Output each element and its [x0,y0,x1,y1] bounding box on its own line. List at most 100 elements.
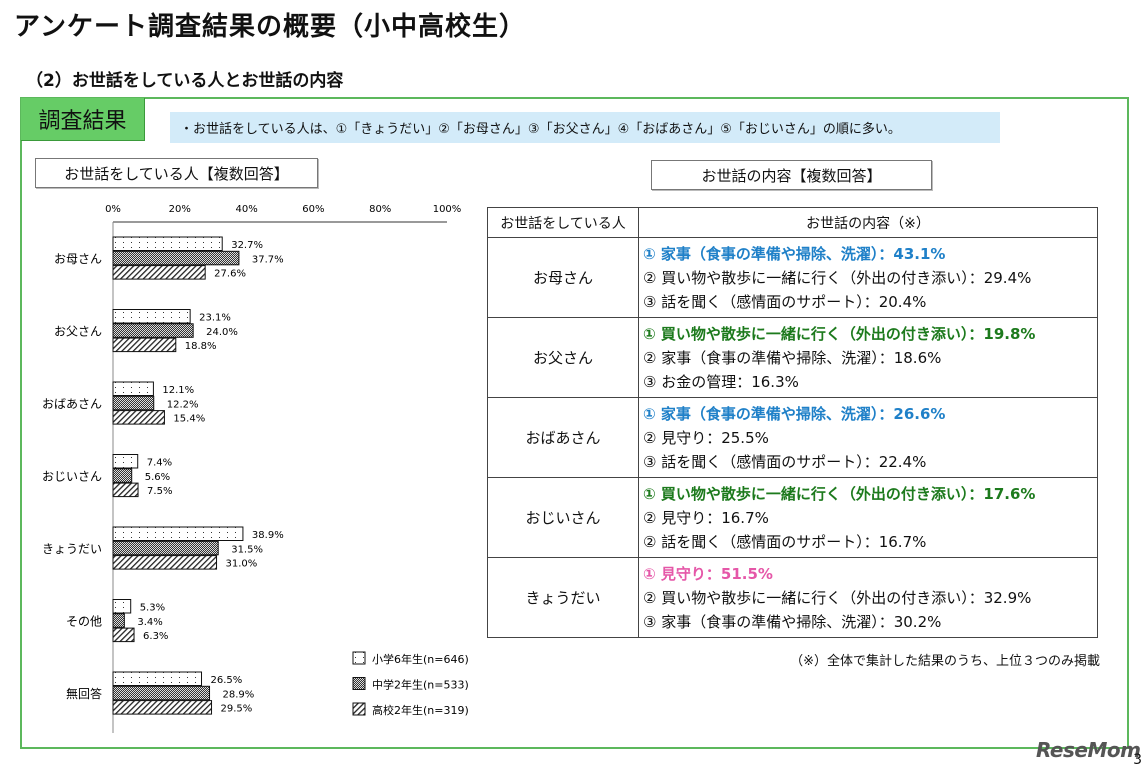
category-label: その他 [66,615,102,629]
data-label: 31.0% [226,559,258,570]
results-label: 調査結果 [21,98,145,141]
data-label: 24.0% [206,327,238,338]
care-item: ② 見守り：16.7% [643,508,769,527]
bar [112,323,194,338]
data-label: 6.3% [143,631,168,642]
data-label: 12.1% [162,385,194,396]
care-item: ③ 話を聞く（感情面のサポート）：20.4% [643,292,927,311]
caregiver-cell: おじいさん [487,477,639,558]
data-label: 18.8% [185,341,217,352]
footnote: （※）全体で集計した結果のうち、上位３つのみ掲載 [790,654,1100,669]
care-item: ② 買い物や散歩に一緒に行く（外出の付き添い）：29.4% [643,268,1032,287]
care-item: ② 話を聞く（感情面のサポート）：16.7% [643,532,927,551]
care-item: ① 家事（食事の準備や掃除、洗濯）：43.1% [643,244,946,263]
data-label: 5.6% [145,472,170,483]
x-tick-label: 0% [105,204,121,215]
caregiver-cell: おばあさん [487,397,639,478]
table-row: お父さん ① 買い物や散歩に一緒に行く（外出の付き添い）：19.8% ② 家事（食事… [487,317,1098,398]
table-row: おじいさん ① 買い物や散歩に一緒に行く（外出の付き添い）：17.6% ② 見守り：… [487,477,1098,558]
summary-banner: ・お世話をしている人は、①「きょうだい」②「お母さん」③「お父さん」④「おばあさ… [170,112,1000,143]
x-tick-label: 60% [302,204,324,215]
care-item: ③ お金の管理：16.3% [643,372,799,391]
care-item: ① 見守り：51.5% [643,564,773,583]
care-item: ② 見守り：25.5% [643,428,769,447]
bar [112,454,139,469]
bar [112,555,218,570]
caregiver-cell: きょうだい [487,557,639,638]
care-item: ① 買い物や散歩に一緒に行く（外出の付き添い）：17.6% [643,484,1036,503]
page-number: 3 [1133,752,1142,768]
data-label: 29.5% [221,704,253,715]
care-item: ① 買い物や散歩に一緒に行く（外出の付き添い）：19.8% [643,324,1036,343]
caregiver-cell: お母さん [487,237,639,318]
data-label: 7.4% [147,458,172,469]
legend-label: 中学2年生(n=533) [372,678,469,692]
data-label: 5.3% [140,603,165,614]
care-item: ③ 家事（食事の準備や掃除、洗濯）：30.2% [643,612,942,631]
table-heading: お世話の内容【複数回答】 [651,160,932,190]
care-item: ② 家事（食事の準備や掃除、洗濯）：18.6% [643,348,942,367]
data-label: 27.6% [214,269,246,280]
legend-label: 高校2年生(n=319) [372,703,469,717]
section-subtitle: （2）お世話をしている人とお世話の内容 [26,71,344,91]
x-tick-label: 80% [369,204,391,215]
data-label: 7.5% [147,486,172,497]
data-label: 32.7% [231,240,263,251]
legend-label: 小学6年生(n=646) [372,652,469,666]
logo: ReseMom [1036,738,1141,762]
bar [112,685,211,701]
care-item: ② 買い物や散歩に一緒に行く（外出の付き添い）：32.9% [643,588,1032,607]
data-label: 37.7% [252,254,284,265]
table-header-who: お世話をしている人 [487,207,639,238]
care-items-cell: ① 買い物や散歩に一緒に行く（外出の付き添い）：19.8% ② 家事（食事の準備や… [638,317,1098,398]
legend-swatch [352,651,366,665]
x-tick-label: 40% [235,204,257,215]
legend-swatch [352,677,366,690]
category-label: きょうだい [42,542,102,556]
category-label: おじいさん [42,470,102,484]
care-items-cell: ① 家事（食事の準備や掃除、洗濯）：43.1% ② 買い物や散歩に一緒に行く（外出… [638,237,1098,318]
table-row: きょうだい ① 見守り：51.5% ② 買い物や散歩に一緒に行く（外出の付き添い）：… [487,557,1098,638]
care-item: ③ 話を聞く（感情面のサポート）：22.4% [643,452,927,471]
chart-heading: お世話をしている人【複数回答】 [35,158,318,188]
bar [112,265,206,280]
bar [112,671,203,686]
bar [112,627,135,643]
data-label: 3.4% [137,617,162,628]
page-title: アンケート調査結果の概要（小中高校生） [14,12,526,42]
category-label: おばあさん [42,397,102,411]
care-items-cell: ① 家事（食事の準備や掃除、洗濯）：26.6% ② 見守り：25.5% ③ 話を聞く… [638,397,1098,478]
category-label: お母さん [54,252,102,266]
x-tick-label: 20% [169,204,191,215]
bar-chart: 0% 20% 40% 60% 80% 100% お母さん 32.7% 37.7% 27.6% お父さ… [42,204,469,733]
bar [112,613,125,628]
care-item: ① 家事（食事の準備や掃除、洗濯）：26.6% [643,404,946,423]
bar [112,700,213,715]
category-label: 無回答 [66,686,102,701]
data-label: 31.5% [231,544,263,555]
care-items-cell: ① 見守り：51.5% ② 買い物や散歩に一緒に行く（外出の付き添い）：32.9%… [638,557,1098,638]
bar [112,482,139,498]
care-items-cell: ① 買い物や散歩に一緒に行く（外出の付き添い）：17.6% ② 見守り：16.7%… [638,477,1098,558]
table-header-content: お世話の内容（※） [638,207,1098,238]
bar [112,599,132,614]
table-row: お母さん ① 家事（食事の準備や掃除、洗濯）：43.1% ② 買い物や散歩に一緒に行… [487,237,1098,318]
data-label: 15.4% [173,414,205,425]
bar [112,309,191,324]
bar [112,395,155,411]
data-label: 28.9% [223,689,255,700]
category-label: お父さん [54,325,102,339]
bar [112,526,244,541]
bar [112,540,219,556]
table-row: おばあさん ① 家事（食事の準備や掃除、洗濯）：26.6% ② 見守り：25.5% ③… [487,397,1098,478]
bar [112,410,165,425]
bar [112,250,240,266]
legend-swatch [352,702,366,716]
care-content-table: お世話をしている人 お世話の内容（※） お母さん ① 家事（食事の準備や掃除、洗濯… [487,207,1098,638]
bar [112,337,177,353]
caregiver-cell: お父さん [487,317,639,398]
data-label: 38.9% [252,530,284,541]
data-label: 12.2% [167,399,199,410]
data-label: 26.5% [211,675,243,686]
x-tick-label: 100% [433,204,462,215]
